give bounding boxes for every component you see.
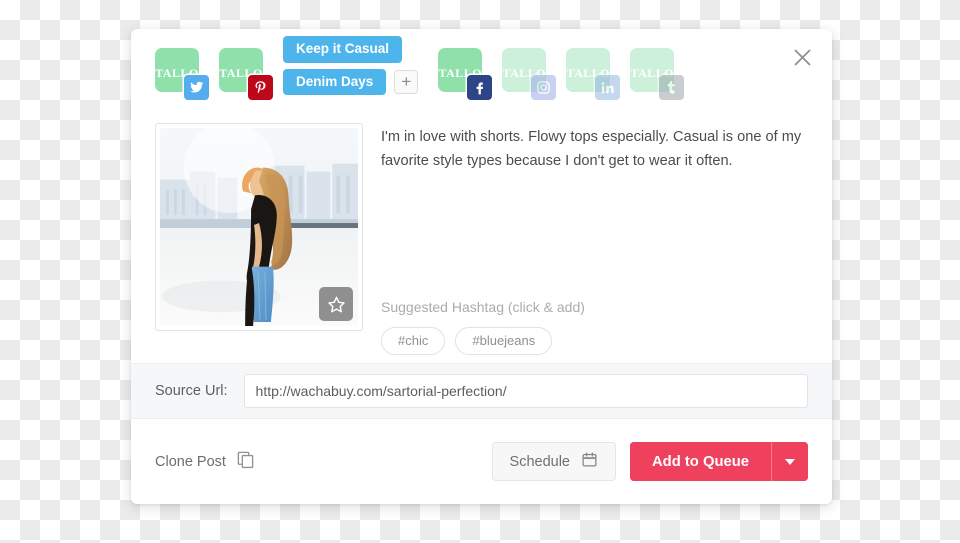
- calendar-icon: [581, 451, 598, 472]
- post-image-frame: [155, 123, 363, 331]
- tumblr-icon: [659, 75, 685, 100]
- close-icon[interactable]: [788, 43, 816, 71]
- post-text[interactable]: I'm in love with shorts. Flowy tops espe…: [381, 126, 808, 173]
- schedule-label: Schedule: [509, 453, 570, 470]
- suggested-hashtags: Suggested Hashtag (click & add) #chic #b…: [381, 299, 808, 355]
- accounts-and-tags-row: TALLO TALLO Keep it Casual Denim Days + …: [155, 36, 762, 126]
- schedule-button[interactable]: Schedule: [491, 442, 616, 481]
- account-facebook[interactable]: TALLO: [438, 48, 493, 100]
- hashtag-list: #chic #bluejeans: [381, 327, 808, 355]
- source-url-input[interactable]: [243, 374, 808, 408]
- account-selector: TALLO TALLO Keep it Casual Denim Days + …: [155, 36, 762, 100]
- clone-post-label: Clone Post: [155, 453, 226, 470]
- clone-post-button[interactable]: Clone Post: [155, 450, 255, 474]
- post-content: I'm in love with shorts. Flowy tops espe…: [155, 123, 808, 361]
- tag-row-1: Keep it Casual: [283, 36, 418, 63]
- twitter-icon: [184, 75, 209, 100]
- linkedin-icon: [595, 75, 621, 100]
- tag-row-2: Denim Days +: [283, 68, 419, 95]
- post-composer-modal: TALLO TALLO Keep it Casual Denim Days + …: [131, 29, 832, 504]
- tag-pill[interactable]: Denim Days: [283, 68, 387, 95]
- post-text-column: I'm in love with shorts. Flowy tops espe…: [381, 123, 808, 361]
- instagram-icon: [531, 75, 557, 100]
- hashtag-chip[interactable]: #chic: [381, 327, 446, 355]
- modal-footer: Clone Post Schedule Add to Queue: [131, 419, 832, 504]
- copy-icon: [236, 450, 255, 474]
- account-instagram[interactable]: TALLO: [502, 48, 557, 100]
- add-to-queue-button[interactable]: Add to Queue: [630, 442, 771, 481]
- account-twitter[interactable]: TALLO: [155, 48, 209, 100]
- add-tag-button[interactable]: +: [394, 69, 419, 94]
- source-url-label: Source Url:: [155, 383, 228, 399]
- account-linkedin[interactable]: TALLO: [566, 48, 621, 100]
- tag-pill[interactable]: Keep it Casual: [283, 36, 403, 63]
- suggested-hashtag-label: Suggested Hashtag (click & add): [381, 299, 585, 315]
- pinterest-icon: [248, 75, 273, 100]
- star-icon[interactable]: [319, 287, 353, 321]
- account-pinterest[interactable]: TALLO: [219, 48, 273, 100]
- source-url-bar: Source Url:: [131, 363, 832, 419]
- caret-shape: [785, 458, 795, 465]
- hashtag-chip[interactable]: #bluejeans: [455, 327, 553, 355]
- chevron-down-icon[interactable]: [771, 442, 808, 481]
- tag-list: Keep it Casual Denim Days +: [283, 36, 419, 95]
- account-tumblr[interactable]: TALLO: [630, 48, 685, 100]
- facebook-icon: [467, 75, 493, 100]
- add-to-queue-group: Add to Queue: [630, 442, 808, 481]
